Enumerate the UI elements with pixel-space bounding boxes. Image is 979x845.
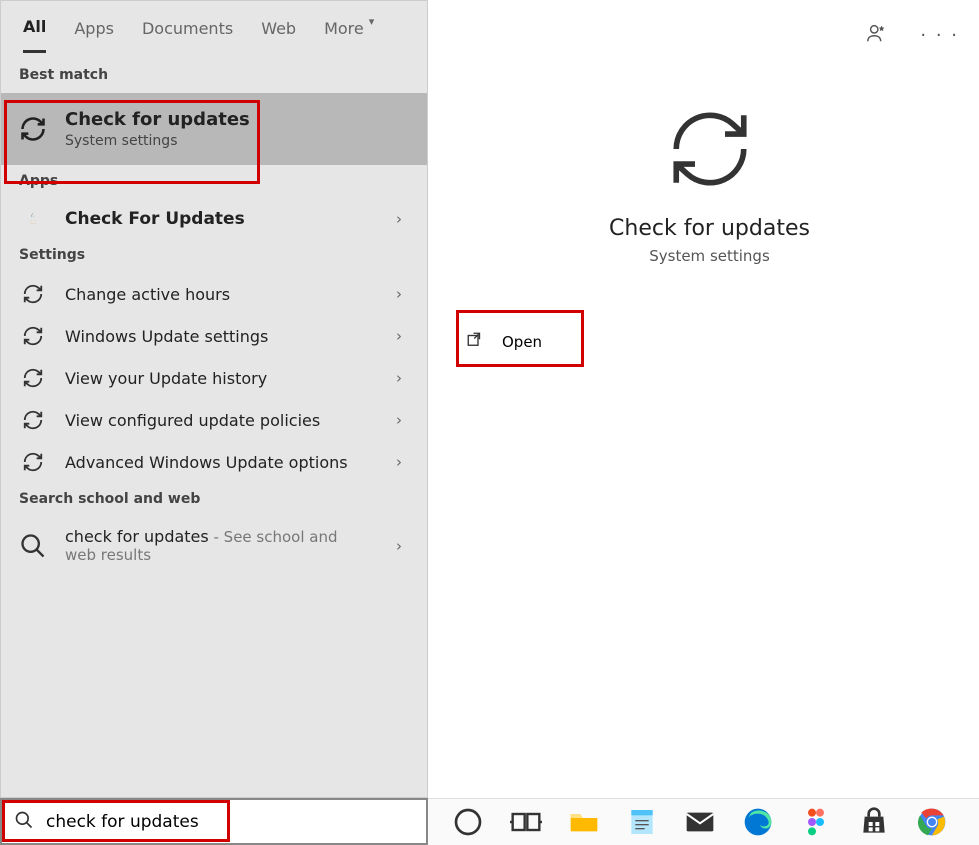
- app-result[interactable]: Check For Updates ›: [1, 199, 427, 239]
- feedback-icon[interactable]: [866, 22, 888, 48]
- sync-icon-large: [665, 104, 755, 198]
- tab-more[interactable]: More ▾: [324, 19, 374, 52]
- search-icon: [14, 810, 34, 834]
- settings-title: View your Update history: [65, 369, 371, 388]
- chevron-right-icon[interactable]: ›: [389, 327, 409, 345]
- search-results-panel: All Apps Documents Web More ▾ Best match…: [0, 0, 428, 798]
- preview-pane: Check for updates System settings Open: [440, 74, 979, 798]
- search-icon: [19, 532, 47, 560]
- section-settings: Settings: [1, 239, 427, 273]
- settings-title: Advanced Windows Update options: [65, 453, 371, 472]
- tab-documents[interactable]: Documents: [142, 19, 233, 52]
- settings-result-update-history[interactable]: View your Update history ›: [1, 357, 427, 399]
- search-box[interactable]: [0, 798, 428, 845]
- tab-more-label: More: [324, 19, 364, 38]
- chrome-icon[interactable]: [916, 806, 948, 838]
- chevron-right-icon[interactable]: ›: [389, 537, 409, 555]
- section-search-web: Search school and web: [1, 483, 427, 517]
- sync-icon: [19, 283, 47, 305]
- best-match-result[interactable]: Check for updates System settings: [1, 93, 427, 165]
- open-label: Open: [502, 333, 542, 351]
- store-icon[interactable]: [858, 806, 890, 838]
- search-tabs: All Apps Documents Web More ▾: [1, 1, 427, 59]
- figma-icon[interactable]: [800, 806, 832, 838]
- settings-result-update-settings[interactable]: Windows Update settings ›: [1, 315, 427, 357]
- tab-apps[interactable]: Apps: [74, 19, 114, 52]
- chevron-right-icon[interactable]: ›: [389, 285, 409, 303]
- sync-icon: [19, 367, 47, 389]
- cortana-icon[interactable]: [452, 806, 484, 838]
- chevron-right-icon[interactable]: ›: [389, 453, 409, 471]
- tab-all[interactable]: All: [23, 17, 46, 53]
- web-query: check for updates: [65, 527, 209, 546]
- sync-icon: [19, 325, 47, 347]
- best-match-body: Check for updates System settings: [65, 109, 409, 149]
- chevron-right-icon[interactable]: ›: [389, 411, 409, 429]
- open-icon: [466, 331, 484, 353]
- sync-icon: [19, 115, 47, 143]
- best-match-title: Check for updates: [65, 109, 409, 130]
- section-best-match: Best match: [1, 59, 427, 93]
- chevron-down-icon: ▾: [369, 15, 375, 28]
- tab-web[interactable]: Web: [261, 19, 296, 52]
- more-options-icon[interactable]: · · ·: [920, 25, 959, 46]
- edge-icon[interactable]: [742, 806, 774, 838]
- task-view-icon[interactable]: [510, 806, 542, 838]
- file-explorer-icon[interactable]: [568, 806, 600, 838]
- settings-title: Change active hours: [65, 285, 371, 304]
- mail-icon[interactable]: [684, 806, 716, 838]
- settings-result-update-policies[interactable]: View configured update policies ›: [1, 399, 427, 441]
- sync-icon: [19, 409, 47, 431]
- preview-title: Check for updates: [609, 216, 810, 241]
- settings-result-advanced-update[interactable]: Advanced Windows Update options ›: [1, 441, 427, 483]
- header-actions: · · ·: [866, 22, 959, 48]
- sync-icon: [19, 451, 47, 473]
- settings-result-active-hours[interactable]: Change active hours ›: [1, 273, 427, 315]
- chevron-right-icon[interactable]: ›: [389, 210, 409, 228]
- settings-title: Windows Update settings: [65, 327, 371, 346]
- preview-subtitle: System settings: [649, 247, 770, 265]
- chevron-right-icon[interactable]: ›: [389, 369, 409, 387]
- open-action[interactable]: Open: [440, 323, 940, 361]
- section-apps: Apps: [1, 165, 427, 199]
- app-result-title: Check For Updates: [65, 209, 371, 229]
- settings-title: View configured update policies: [65, 411, 371, 430]
- notepad-icon[interactable]: [626, 806, 658, 838]
- java-app-icon: [19, 209, 47, 229]
- best-match-subtitle: System settings: [65, 133, 409, 149]
- taskbar: [428, 798, 979, 845]
- search-input[interactable]: [46, 812, 426, 832]
- web-search-result[interactable]: check for updates - See school and web r…: [1, 517, 427, 574]
